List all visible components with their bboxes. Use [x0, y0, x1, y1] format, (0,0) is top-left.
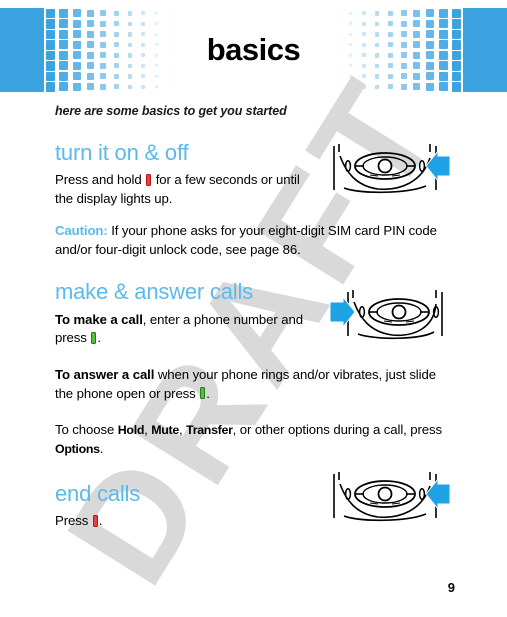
option-mute: Mute — [151, 423, 179, 438]
page-number: 9 — [447, 580, 455, 595]
paragraph-press-and-hold: Press and hold for a few seconds or unti… — [55, 171, 313, 208]
phone-navigation-keypad-svg — [330, 290, 443, 340]
text-pre: Press — [55, 513, 92, 529]
page-subtitle: here are some basics to get you started — [55, 104, 287, 118]
arrow-left-icon — [425, 477, 450, 511]
page-title: basics — [206, 32, 301, 67]
text-pre: To choose — [55, 422, 118, 438]
lead-to-answer-a-call: To answer a call — [55, 367, 155, 382]
paragraph-to-make-a-call: To make a call, enter a phone number and… — [55, 311, 313, 348]
paragraph-to-choose-options: To choose Hold, Mute, Transfer, or other… — [55, 422, 443, 457]
text-post: . — [97, 330, 101, 346]
lead-to-make-a-call: To make a call — [55, 311, 143, 327]
paragraph-caution: Caution: If your phone asks for your eig… — [55, 222, 455, 259]
send-key-glyph — [200, 387, 206, 400]
text-post: . — [98, 513, 103, 529]
phone-navigation-keypad-svg — [333, 144, 450, 194]
power-key-glyph — [146, 173, 152, 186]
text-mid: , or other options during a call, press — [232, 422, 443, 438]
text-pre: Press and hold — [55, 172, 146, 188]
phone-navigation-keypad-svg — [333, 472, 450, 522]
arrow-right-icon — [330, 295, 356, 329]
arrow-left-icon — [425, 149, 450, 183]
option-transfer: Transfer — [186, 423, 233, 438]
diagram-end-calls — [330, 470, 450, 522]
send-key-glyph — [91, 331, 97, 344]
option-options: Options — [55, 442, 100, 457]
text-post: . — [99, 441, 104, 457]
option-hold: Hold — [117, 423, 145, 438]
caution-label: Caution: — [55, 222, 108, 238]
diagram-make-answer-calls — [330, 288, 450, 340]
caution-text: If your phone asks for your eight-digit … — [55, 222, 437, 257]
text-post: . — [206, 385, 210, 401]
paragraph-to-answer-a-call: To answer a call when your phone rings a… — [55, 366, 455, 403]
diagram-turn-it-on-off — [330, 142, 450, 194]
end-key-glyph — [92, 514, 98, 527]
